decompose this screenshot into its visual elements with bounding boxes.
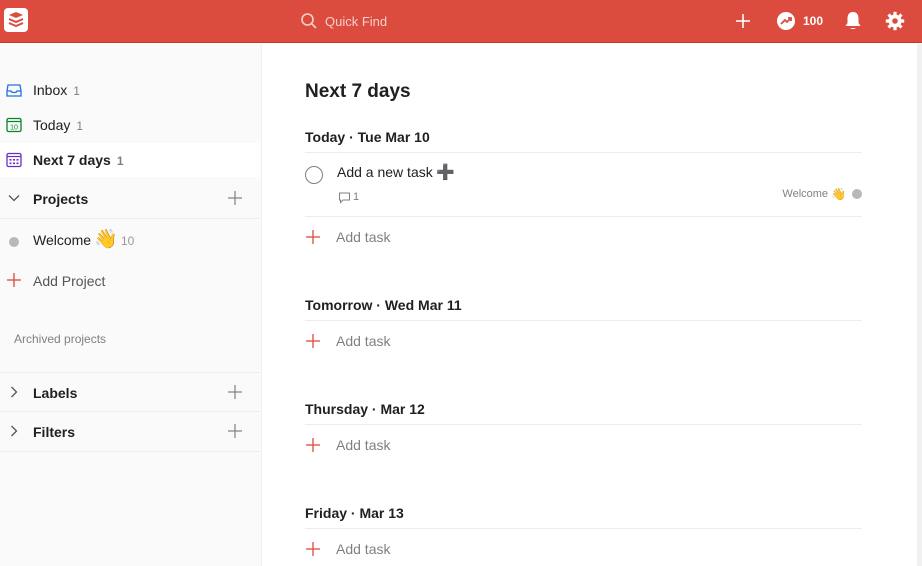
project-label: Welcome	[33, 232, 92, 248]
day-header: Friday · Mar 13	[305, 505, 862, 529]
chevron-right-icon[interactable]	[8, 386, 20, 398]
karma-count: 100	[803, 14, 824, 28]
heavy-plus-icon: ➕	[436, 164, 455, 181]
main-scrollbar[interactable]	[917, 44, 922, 566]
add-project-button[interactable]: Add Project	[0, 269, 260, 299]
sidebar-item-label: Inbox	[33, 82, 68, 98]
waving-hand-icon: 👋	[94, 229, 118, 250]
filters-label: Filters	[33, 424, 76, 440]
plus-icon	[306, 438, 320, 452]
archived-projects-link[interactable]: Archived projects	[14, 332, 106, 346]
day-header: Tomorrow · Wed Mar 11	[305, 297, 862, 321]
add-label-plus-icon[interactable]	[228, 385, 242, 399]
filters-section-header[interactable]: Filters	[0, 412, 260, 452]
add-task-label: Add task	[336, 333, 391, 349]
gear-icon	[885, 11, 905, 31]
projects-section-header[interactable]: Projects	[0, 179, 260, 219]
task-project[interactable]: Welcome 👋	[782, 186, 862, 202]
main-content: Next 7 days Today · Tue Mar 10 Add a new…	[262, 44, 918, 566]
plus-icon	[736, 14, 750, 28]
sidebar-item-next-7-days[interactable]: Next 7 days 1	[0, 143, 260, 177]
plus-icon	[7, 273, 21, 287]
projects-label: Projects	[33, 191, 89, 207]
plus-icon	[306, 542, 320, 556]
chevron-down-icon[interactable]	[8, 192, 20, 204]
search-icon	[301, 13, 317, 29]
sidebar-item-count: 1	[76, 119, 84, 133]
sidebar: Inbox 1 10 Today 1 Next 7 days 1 Project…	[0, 44, 262, 566]
search-input[interactable]	[325, 13, 525, 29]
project-count: 10	[121, 234, 135, 248]
day-header: Thursday · Mar 12	[305, 401, 862, 425]
add-task-label: Add task	[336, 541, 391, 557]
comment-icon	[339, 192, 350, 204]
project-color-dot	[9, 237, 19, 247]
sidebar-item-count: 1	[73, 84, 80, 98]
plus-icon	[306, 334, 320, 348]
calendar-week-icon	[6, 152, 22, 168]
comment-count: 1	[353, 191, 360, 203]
notifications-button[interactable]	[844, 10, 864, 32]
task-comments[interactable]: 1	[338, 190, 359, 204]
karma-icon	[777, 12, 795, 30]
chevron-right-icon[interactable]	[8, 425, 20, 437]
sidebar-item-inbox[interactable]: Inbox 1	[0, 73, 260, 107]
add-task-button[interactable]: Add task	[305, 330, 862, 352]
day-header: Today · Tue Mar 10	[305, 129, 862, 153]
add-filter-plus-icon[interactable]	[228, 424, 242, 438]
page-title: Next 7 days	[305, 81, 411, 102]
task-project-label: Welcome	[782, 188, 829, 200]
sidebar-item-label: Today	[33, 117, 71, 133]
bell-icon	[845, 12, 861, 30]
waving-hand-icon: 👋	[831, 187, 846, 201]
quick-find[interactable]	[300, 11, 540, 31]
task-checkbox[interactable]	[305, 166, 323, 184]
add-task-button[interactable]: Add task	[305, 434, 862, 456]
calendar-today-icon: 10	[6, 117, 22, 133]
add-task-button[interactable]: Add task	[305, 226, 862, 248]
sidebar-item-count: 1	[116, 154, 124, 168]
add-project-label: Add Project	[33, 273, 106, 289]
task-content[interactable]: Add a new task	[337, 164, 433, 180]
karma-button[interactable]: 100	[776, 10, 832, 32]
settings-button[interactable]	[885, 10, 907, 32]
plus-icon	[306, 230, 320, 244]
quick-add-button[interactable]	[734, 10, 754, 32]
add-project-plus-icon[interactable]	[228, 191, 242, 205]
project-color-dot	[852, 189, 862, 199]
add-task-label: Add task	[336, 437, 391, 453]
todoist-logo-icon[interactable]	[4, 8, 28, 32]
project-item-welcome[interactable]: Welcome 👋 10	[0, 224, 260, 258]
add-task-button[interactable]: Add task	[305, 538, 862, 560]
top-bar: 100	[0, 0, 922, 43]
sidebar-item-today[interactable]: 10 Today 1	[0, 108, 260, 142]
labels-section-header[interactable]: Labels	[0, 372, 260, 412]
task-item[interactable]: Add a new task ➕ 1 Welcome 👋	[305, 152, 862, 217]
sidebar-item-label: Next 7 days	[33, 152, 111, 168]
labels-label: Labels	[33, 385, 78, 401]
svg-text:10: 10	[10, 125, 18, 132]
add-task-label: Add task	[336, 229, 391, 245]
inbox-icon	[6, 84, 22, 97]
